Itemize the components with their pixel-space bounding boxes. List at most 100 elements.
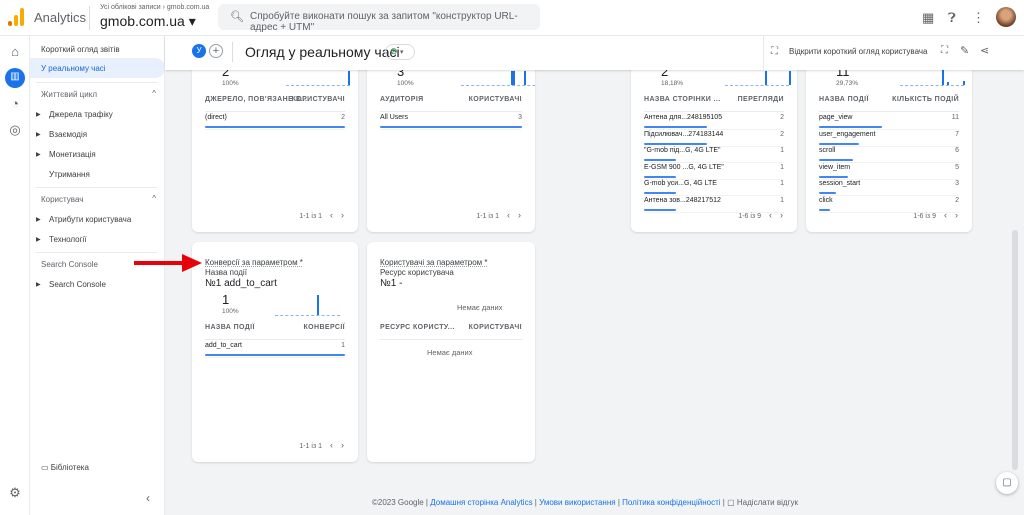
send-feedback-link[interactable]: Надіслати відгук bbox=[737, 498, 798, 507]
table-row[interactable]: page_view 11 bbox=[819, 114, 959, 130]
nav-library[interactable]: ▭ Бібліотека bbox=[41, 463, 89, 472]
terms-link[interactable]: Умови використання bbox=[539, 498, 615, 507]
scrollbar[interactable] bbox=[1012, 230, 1018, 470]
label: Атрибути користувача bbox=[49, 215, 132, 224]
apps-grid-icon[interactable]: ▦ bbox=[922, 10, 934, 26]
fullscreen-icon[interactable]: ⛶ bbox=[941, 45, 948, 56]
table-row[interactable]: E-GSM 900 ...G, 4G LTE" 1 bbox=[644, 164, 784, 180]
row-label: add_to_cart bbox=[205, 342, 242, 349]
card-subtitle: Ресурс користувача bbox=[380, 268, 454, 277]
col-header[interactable]: КОРИСТУВАЧІ bbox=[292, 96, 345, 103]
chevron-up-icon[interactable]: ^ bbox=[152, 194, 156, 203]
col-header[interactable]: ПЕРЕГЛЯДИ bbox=[738, 96, 784, 103]
row-value: 2 bbox=[955, 197, 959, 204]
search-input[interactable]: 🔍︎ Спробуйте виконати пошук за запитом "к… bbox=[218, 4, 540, 33]
next-page-icon[interactable]: › bbox=[955, 210, 958, 220]
add-comparison-icon[interactable]: + bbox=[209, 44, 223, 58]
table-row[interactable]: "G-mob під...G, 4G LTE" 1 bbox=[644, 147, 784, 164]
spark-bar bbox=[963, 81, 965, 85]
table-row[interactable]: (direct) 2 bbox=[205, 114, 345, 130]
col-header[interactable]: КОРИСТУВАЧІ bbox=[469, 324, 522, 331]
open-user-snapshot-button[interactable]: Відкрити короткий огляд користувача bbox=[789, 47, 927, 56]
privacy-link[interactable]: Політика конфіденційності bbox=[622, 498, 720, 507]
feedback-fab-icon[interactable]: ▢ bbox=[996, 472, 1018, 494]
prev-page-icon[interactable]: ‹ bbox=[769, 210, 772, 220]
table-row[interactable]: view_item 5 bbox=[819, 164, 959, 180]
table-row[interactable]: Підсилювач...274183144 2 bbox=[644, 131, 784, 147]
share-icon[interactable]: ⋖ bbox=[980, 44, 989, 57]
row-label: (direct) bbox=[205, 114, 227, 121]
col-header[interactable]: КОНВЕРСІЇ bbox=[303, 324, 345, 331]
footer: ©2023 Google | Домашня сторінка Analytic… bbox=[372, 498, 798, 507]
nav-tech[interactable]: ▶ Технології bbox=[36, 235, 87, 244]
next-page-icon[interactable]: › bbox=[518, 210, 521, 220]
col-header[interactable]: НАЗВА СТОРІНКИ ... bbox=[644, 96, 721, 103]
nav-realtime[interactable]: У реальному часі bbox=[41, 64, 106, 73]
divider bbox=[36, 82, 158, 83]
top-bar: Analytics Усі облікові записи › gmob.com… bbox=[0, 0, 1024, 36]
table-row[interactable]: Антена для...248195105 2 bbox=[644, 114, 784, 130]
row-bar bbox=[380, 126, 522, 128]
page-range: 1-1 із 1 bbox=[476, 213, 499, 220]
nav-retention[interactable]: Утримання bbox=[49, 170, 90, 179]
page-range: 1-1 із 1 bbox=[299, 443, 322, 450]
row-bar bbox=[205, 126, 345, 128]
nav-monetization[interactable]: ▶ Монетизація bbox=[36, 150, 96, 159]
table-row[interactable]: scroll 6 bbox=[819, 147, 959, 164]
breadcrumb[interactable]: Усі облікові записи › gmob.com.ua bbox=[100, 4, 209, 11]
table-row[interactable]: user_engagement 7 bbox=[819, 131, 959, 147]
section-lifecycle[interactable]: Життєвий цикл bbox=[41, 90, 97, 99]
pagination: 1-6 із 9 ‹ › bbox=[913, 210, 958, 220]
comparison-chip[interactable]: У bbox=[192, 44, 206, 58]
customize-report-icon[interactable]: ✎ bbox=[960, 44, 969, 57]
prev-page-icon[interactable]: ‹ bbox=[507, 210, 510, 220]
col-header[interactable]: НАЗВА ПОДІЇ bbox=[819, 96, 869, 103]
account-avatar[interactable] bbox=[996, 7, 1016, 27]
nav-traffic[interactable]: ▶ Джерела трафіку bbox=[36, 110, 113, 119]
card-title[interactable]: Конверсії за параметром * bbox=[205, 258, 303, 267]
next-page-icon[interactable]: › bbox=[341, 440, 344, 450]
reports-icon[interactable]: ▥ bbox=[5, 68, 25, 88]
table-row[interactable]: All Users 3 bbox=[380, 114, 522, 130]
row-bar bbox=[819, 126, 882, 128]
nav-search-console[interactable]: ▶ Search Console bbox=[36, 280, 106, 289]
col-header[interactable]: КОРИСТУВАЧІ bbox=[469, 96, 522, 103]
arrow-shape bbox=[134, 254, 202, 272]
table-row[interactable]: G-mob уси...G, 4G LTE 1 bbox=[644, 180, 784, 197]
explore-icon[interactable]: ◔ bbox=[7, 96, 23, 112]
section-user[interactable]: Користувач bbox=[41, 195, 83, 204]
card-title[interactable]: Користувачі за параметром * bbox=[380, 258, 487, 267]
nav-engagement[interactable]: ▶ Взаємодія bbox=[36, 130, 87, 139]
col-header[interactable]: РЕСУРС КОРИСТУ... bbox=[380, 324, 455, 331]
more-vert-icon[interactable]: ⋮ bbox=[972, 10, 985, 26]
prev-page-icon[interactable]: ‹ bbox=[330, 210, 333, 220]
prev-page-icon[interactable]: ‹ bbox=[944, 210, 947, 220]
feedback-icon: ▢ bbox=[727, 498, 735, 507]
help-icon[interactable]: ❓︎ bbox=[948, 10, 956, 26]
section-search-console[interactable]: Search Console bbox=[41, 260, 98, 269]
chevron-up-icon[interactable]: ^ bbox=[152, 89, 156, 98]
app-name: Analytics bbox=[34, 10, 87, 25]
table-row[interactable]: add_to_cart 1 bbox=[205, 342, 345, 358]
advertising-icon[interactable]: ◎ bbox=[7, 122, 23, 138]
expand-icon: ▶ bbox=[36, 132, 41, 138]
status-check-dropdown[interactable]: ⊘ ▾ bbox=[385, 44, 415, 60]
prev-page-icon[interactable]: ‹ bbox=[330, 440, 333, 450]
col-header[interactable]: КІЛЬКІСТЬ ПОДІЙ bbox=[892, 96, 959, 103]
collapse-nav-icon[interactable]: ‹ bbox=[146, 491, 150, 505]
next-page-icon[interactable]: › bbox=[341, 210, 344, 220]
spark-bar bbox=[789, 71, 791, 85]
nav-overview[interactable]: Короткий огляд звітів bbox=[41, 45, 120, 54]
col-header[interactable]: АУДИТОРІЯ bbox=[380, 96, 424, 103]
expand-icon: ▶ bbox=[36, 282, 41, 288]
nav-user-attributes[interactable]: ▶ Атрибути користувача bbox=[36, 215, 132, 224]
analytics-home-link[interactable]: Домашня сторінка Analytics bbox=[430, 498, 532, 507]
col-header[interactable]: НАЗВА ПОДІЇ bbox=[205, 324, 255, 331]
property-selector[interactable]: gmob.com.ua ▾ bbox=[100, 13, 196, 30]
admin-gear-icon[interactable]: ⚙ bbox=[7, 485, 23, 501]
home-icon[interactable]: ⌂ bbox=[7, 44, 23, 60]
page-range: 1-6 із 9 bbox=[913, 213, 936, 220]
table-row[interactable]: session_start 3 bbox=[819, 180, 959, 197]
next-page-icon[interactable]: › bbox=[780, 210, 783, 220]
search-placeholder: Спробуйте виконати пошук за запитом "кон… bbox=[250, 11, 518, 33]
